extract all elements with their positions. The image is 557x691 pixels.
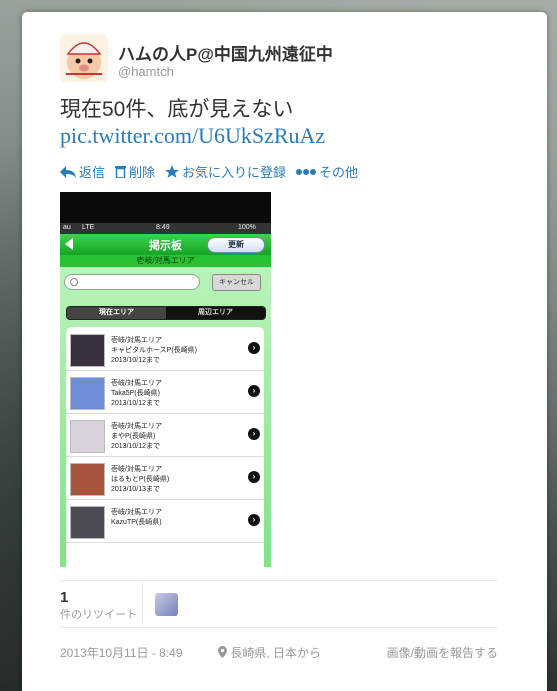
row-area: 壱岐/対馬エリア xyxy=(111,423,162,430)
row-name: Taka5P(長崎県) xyxy=(111,390,161,397)
row-date: 2013/10/12まで xyxy=(111,357,161,364)
reply-button[interactable]: 返信 xyxy=(60,162,105,181)
status-time: 8:49 xyxy=(156,224,170,231)
chevron-right-icon: › xyxy=(248,428,260,440)
divider xyxy=(142,582,143,627)
phone-status-bar: au LTE 8:49 100% xyxy=(60,223,271,234)
more-dots-icon xyxy=(296,168,317,175)
divider xyxy=(60,627,498,628)
chevron-right-icon: › xyxy=(248,471,260,483)
avatar xyxy=(70,506,105,539)
row-name: はるもとP(長崎県) xyxy=(111,476,170,483)
cancel-button[interactable]: キャンセル xyxy=(212,274,261,291)
retweet-label: 件のリツイート xyxy=(60,609,137,621)
tweet-location[interactable]: 長崎県, 日本から xyxy=(218,644,321,661)
delete-label: 削除 xyxy=(129,165,156,180)
row-date: 2013/10/12まで xyxy=(111,400,161,407)
list-item[interactable]: 壱岐/対馬エリア Taka5P(長崎県) 2013/10/12まで › xyxy=(66,370,264,414)
row-name: まやP(長崎県) xyxy=(111,433,156,440)
delete-button[interactable]: 削除 xyxy=(115,162,155,181)
search-input[interactable] xyxy=(64,274,200,290)
app-navbar: 掲示板 更新 xyxy=(60,234,271,255)
chevron-right-icon: › xyxy=(248,385,260,397)
segment-current-area[interactable]: 現在エリア xyxy=(67,307,166,319)
more-button[interactable]: その他 xyxy=(296,162,358,181)
trash-icon xyxy=(115,166,127,178)
reply-icon xyxy=(60,165,76,178)
avatar xyxy=(70,463,105,496)
row-area: 壱岐/対馬エリア xyxy=(111,466,162,473)
avatar xyxy=(70,420,105,453)
attached-screenshot[interactable]: au LTE 8:49 100% 掲示板 更新 壱岐/対馬エリア キャンセル 現… xyxy=(60,192,271,567)
list-item[interactable]: 壱岐/対馬エリア はるもとP(長崎県) 2013/10/13まで › xyxy=(66,456,264,500)
more-label: その他 xyxy=(319,165,359,180)
list-item[interactable]: 壱岐/対馬エリア キャピタルホースP(長崎県) 2013/10/12まで › xyxy=(66,327,264,371)
report-media-link[interactable]: 画像/動画を報告する xyxy=(387,644,498,661)
chevron-right-icon: › xyxy=(248,342,260,354)
user-avatar[interactable] xyxy=(60,34,108,82)
user-name[interactable]: ハムの人P@中国九州遠征中 xyxy=(118,40,333,65)
row-area: 壱岐/対馬エリア xyxy=(111,337,162,344)
row-date: 2013/10/13まで xyxy=(111,486,161,493)
user-handle[interactable]: @hamtch xyxy=(118,64,174,79)
row-date: 2013/10/12まで xyxy=(111,443,161,450)
list-item[interactable]: 壱岐/対馬エリア KazuTP(長崎県) › xyxy=(66,499,264,543)
reply-label: 返信 xyxy=(79,165,106,180)
row-area: 壱岐/対馬エリア xyxy=(111,509,162,516)
search-icon xyxy=(70,278,78,286)
battery-label: 100% xyxy=(238,224,256,231)
avatar xyxy=(70,334,105,367)
retweet-count[interactable]: 1 xyxy=(60,589,68,606)
refresh-button[interactable]: 更新 xyxy=(207,237,265,253)
tweet-actions: 返信 削除 お気に入りに登録 その他 xyxy=(60,162,358,181)
network-label: LTE xyxy=(82,224,95,231)
carrier-label: au xyxy=(63,224,71,231)
board-list: 壱岐/対馬エリア キャピタルホースP(長崎県) 2013/10/12まで › 壱… xyxy=(66,327,264,567)
favorite-button[interactable]: お気に入りに登録 xyxy=(165,162,286,181)
chevron-right-icon: › xyxy=(248,514,260,526)
retweeter-avatar[interactable] xyxy=(155,593,178,616)
row-area: 壱岐/対馬エリア xyxy=(111,380,162,387)
row-name: キャピタルホースP(長崎県) xyxy=(111,347,197,354)
location-label: 長崎県, 日本から xyxy=(230,646,322,660)
row-name: KazuTP(長崎県) xyxy=(111,519,162,526)
divider xyxy=(60,580,498,581)
tweet-media-link[interactable]: pic.twitter.com/U6UkSzRuAz xyxy=(60,123,325,149)
area-segment-control: 現在エリア 周辺エリア xyxy=(66,306,266,320)
avatar xyxy=(70,377,105,410)
tweet-card: ハムの人P@中国九州遠征中 @hamtch 現在50件、底が見えない pic.t… xyxy=(22,12,547,691)
segment-nearby-area[interactable]: 周辺エリア xyxy=(166,307,265,319)
location-pin-icon xyxy=(218,646,227,658)
star-icon xyxy=(165,165,180,178)
tweet-text: 現在50件、底が見えない xyxy=(60,98,294,121)
favorite-label: お気に入りに登録 xyxy=(182,165,287,180)
list-item[interactable]: 壱岐/対馬エリア まやP(長崎県) 2013/10/12まで › xyxy=(66,413,264,457)
area-subtitle: 壱岐/対馬エリア xyxy=(60,255,271,267)
app-content: キャンセル 現在エリア 周辺エリア 壱岐/対馬エリア キャピタルホースP(長崎県… xyxy=(60,267,271,567)
tweet-timestamp[interactable]: 2013年10月11日 - 8:49 xyxy=(60,644,183,661)
